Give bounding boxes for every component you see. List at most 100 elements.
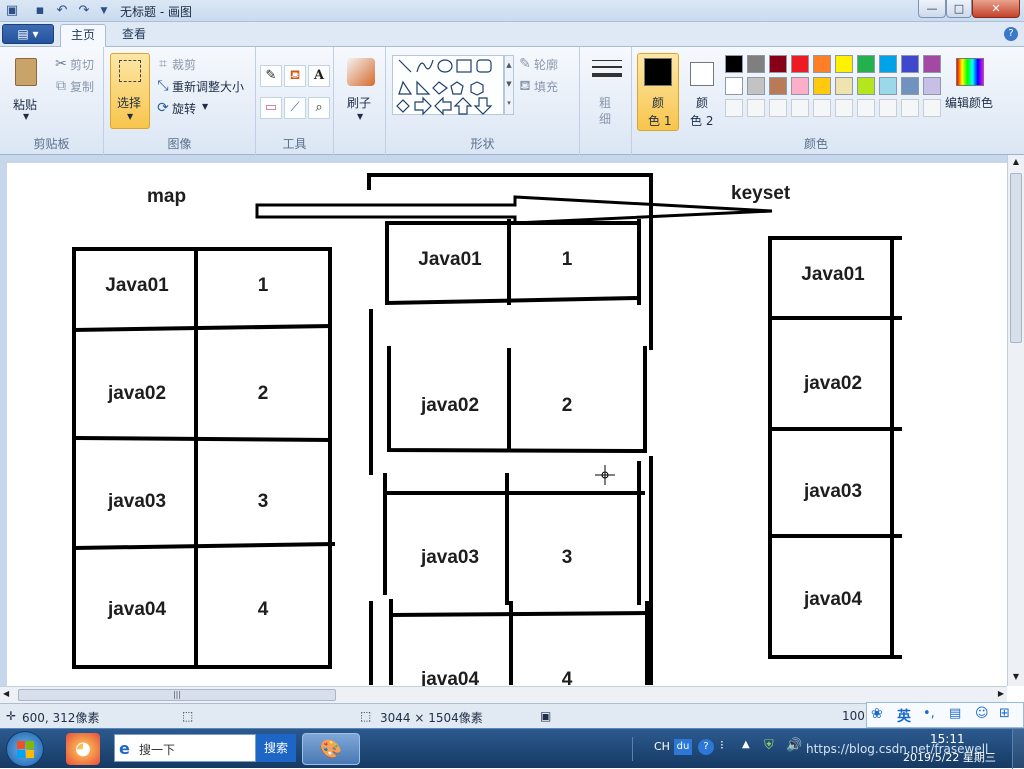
palette-swatch-empty[interactable] [835,99,853,117]
outline-button[interactable]: 轮廓 [534,56,558,73]
image-group-label: 图像 [167,137,192,151]
maximize-button[interactable]: □ [946,0,972,18]
clock-time[interactable]: 15:11 [930,732,965,746]
ime-toolbar[interactable]: ❀ 英 •, ▤ ☺ ⊞ [866,702,1024,728]
shapes-scroll-icon[interactable]: ▲ ▼ ▾ [504,55,514,115]
color1-button[interactable]: 颜 色 1 [637,53,679,131]
punctuation-icon[interactable]: •, [923,706,935,721]
eraser-icon[interactable]: ▭ [260,97,282,119]
resize-button[interactable]: 重新调整大小 [172,78,244,95]
shapes-gallery[interactable] [392,55,504,116]
middle-row-4 [388,610,650,618]
color2-button[interactable]: 颜 色 2 [681,53,723,131]
palette-swatch-empty[interactable] [879,99,897,117]
paste-button[interactable]: 粘贴 ▼ [6,53,46,125]
palette-swatch[interactable] [923,55,941,73]
palette-swatch[interactable] [879,77,897,95]
minimize-button[interactable]: — [918,0,946,18]
file-menu-button[interactable]: ▤ ▾ [2,24,54,44]
search-input[interactable]: e 搜一下 [114,734,256,762]
palette-swatch[interactable] [791,77,809,95]
palette-swatch[interactable] [769,55,787,73]
save-icon[interactable]: ▪ [32,3,48,19]
toolbox-icon[interactable]: ▤ [949,706,961,721]
brush-dropdown-icon: ▼ [357,112,364,121]
palette-swatch[interactable] [835,77,853,95]
pencil-icon[interactable]: ✎ [260,65,282,87]
start-button[interactable] [6,731,44,767]
brush-button[interactable]: 刷子 ▼ [340,53,380,129]
palette-swatch[interactable] [813,77,831,95]
palette-swatch[interactable] [769,77,787,95]
customize-toolbar-icon[interactable]: ▼ [96,3,112,19]
color-picker-icon[interactable]: ⟋ [284,97,306,119]
fill-bucket-icon[interactable]: ⛾ [284,65,306,87]
ime-settings-icon[interactable]: ⁝ [720,738,724,752]
palette-swatch-empty[interactable] [747,99,765,117]
rotate-button[interactable]: 旋转 [172,100,196,117]
clipboard-group-label: 剪贴板 [33,137,70,151]
scroll-right-icon[interactable]: ▶ [998,689,1004,698]
cut-button[interactable]: 剪切 [70,56,94,73]
palette-swatch-empty[interactable] [813,99,831,117]
magnifier-icon[interactable]: ⌕ [308,97,330,119]
grid-menu-icon[interactable]: ⊞ [999,706,1010,721]
palette-swatch[interactable] [857,77,875,95]
baidu-ime-icon[interactable]: du [674,739,692,755]
vertical-scrollbar[interactable]: ▲ ▼ [1007,155,1024,686]
vertical-scroll-thumb[interactable] [1010,173,1022,343]
search-button[interactable]: 搜索 [256,734,296,762]
palette-swatch-empty[interactable] [857,99,875,117]
tab-home[interactable]: 主页 [60,24,107,47]
scroll-up-icon[interactable]: ▲ [1010,157,1022,169]
palette-swatch[interactable] [747,77,765,95]
palette-swatch[interactable] [901,77,919,95]
copy-button[interactable]: 复制 [70,78,94,95]
palette-swatch[interactable] [901,55,919,73]
clock-date[interactable]: 2019/5/22 星期三 [903,749,996,765]
palette-swatch-empty[interactable] [769,99,787,117]
palette-swatch[interactable] [791,55,809,73]
palette-swatch[interactable] [923,77,941,95]
palette-swatch-empty[interactable] [923,99,941,117]
fill-button[interactable]: 填充 [534,78,558,95]
palette-swatch[interactable] [813,55,831,73]
crop-button[interactable]: 裁剪 [172,56,196,73]
help-icon[interactable]: ? [1004,27,1018,41]
palette-swatch[interactable] [725,77,743,95]
paint-taskbar-icon[interactable]: 🎨 [302,733,360,765]
color2-label-bottom: 色 2 [690,114,714,128]
palette-swatch[interactable] [857,55,875,73]
horizontal-scroll-thumb[interactable]: ||| [18,689,336,701]
size-button[interactable]: 粗 细 [586,53,626,129]
text-tool-icon[interactable]: A [308,65,330,87]
select-button[interactable]: 选择 ▼ [110,53,150,129]
palette-swatch[interactable] [835,55,853,73]
palette-swatch-empty[interactable] [725,99,743,117]
palette-swatch-empty[interactable] [791,99,809,117]
palette-swatch[interactable] [747,55,765,73]
volume-icon[interactable]: 🔊 [786,738,802,753]
tray-expand-icon[interactable]: ▲ [742,739,750,750]
redo-icon[interactable]: ↷ [76,3,92,19]
scroll-down-icon[interactable]: ▼ [1010,672,1022,684]
security-icon[interactable]: ⛨ [764,738,774,753]
undo-icon[interactable]: ↶ [54,3,70,19]
edit-colors-button[interactable]: 编辑颜色 [944,53,994,131]
palette-swatch[interactable] [725,55,743,73]
scroll-left-icon[interactable]: ◀ [3,689,9,698]
drawing-canvas[interactable]: map keyset Java01 1 java02 2 java03 3 java04 4 … [7,163,1007,686]
user-icon[interactable]: ☺ [975,706,989,721]
ime-lang-toggle[interactable]: 英 [897,706,911,726]
horizontal-scrollbar[interactable]: ◀ ||| ▶ [0,686,1007,703]
paw-icon[interactable]: ❀ [871,706,883,722]
ribbon-tab-row: ▤ ▾ 主页 查看 ? [0,22,1024,47]
palette-swatch-empty[interactable] [901,99,919,117]
tab-view[interactable]: 查看 [112,24,156,47]
lang-indicator[interactable]: CH [654,740,670,753]
close-button[interactable]: ✕ [972,0,1020,18]
help-tray-icon[interactable]: ? [698,739,714,755]
360-browser-icon[interactable]: ◕ [66,733,100,765]
palette-swatch[interactable] [879,55,897,73]
show-desktop-button[interactable] [1012,729,1024,769]
